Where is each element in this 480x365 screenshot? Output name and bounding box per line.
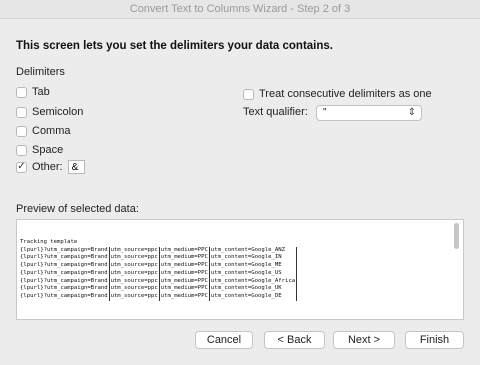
checkmark-icon: ✓: [17, 161, 26, 172]
comma-checkbox-row[interactable]: Comma: [16, 123, 71, 139]
finish-button[interactable]: Finish: [405, 331, 464, 349]
tab-checkbox[interactable]: [16, 86, 27, 98]
preview-table: Tracking template {lpurl}?utm_campaign=Br…: [19, 239, 298, 301]
table-cell: utm_content=Google_IN: [208, 254, 298, 263]
table-cell: utm_source=ppc: [108, 285, 160, 293]
consecutive-checkbox[interactable]: [243, 88, 254, 100]
table-cell: utm_source=ppc: [108, 262, 160, 270]
window-title: Convert Text to Columns Wizard - Step 2 …: [0, 0, 480, 19]
cancel-button[interactable]: Cancel: [195, 331, 253, 349]
step-heading: This screen lets you set the delimiters …: [16, 40, 333, 52]
table-cell: {lpurl}?utm_campaign=Brand: [20, 254, 108, 261]
table-cell: utm_content=Google_Africa: [208, 277, 298, 286]
table-cell: utm_medium=PPC: [158, 262, 210, 270]
tab-checkbox-label: Tab: [32, 86, 50, 98]
other-checkbox-label: Other:: [32, 161, 63, 173]
next-button[interactable]: Next >: [333, 331, 395, 349]
table-cell: {lpurl}?utm_campaign=Brand: [20, 262, 108, 269]
table-row: {lpurl}?utm_campaign=Brand utm_source=ppc…: [19, 269, 298, 278]
delimiters-label: Delimiters: [16, 66, 65, 78]
comma-checkbox[interactable]: [16, 125, 27, 137]
table-cell: utm_source=ppc: [108, 269, 160, 278]
table-cell: {lpurl}?utm_campaign=Brand: [20, 269, 108, 276]
table-cell: utm_medium=PPC: [158, 269, 210, 278]
table-row: {lpurl}?utm_campaign=Brand utm_source=ppc…: [19, 262, 298, 270]
table-cell: utm_medium=PPC: [158, 246, 210, 255]
preview-scrollbar[interactable]: [454, 223, 459, 249]
consecutive-checkbox-row[interactable]: Treat consecutive delimiters as one: [243, 86, 432, 102]
text-qualifier-value: ": [323, 107, 327, 118]
other-checkbox-row[interactable]: ✓ Other:: [16, 159, 85, 175]
table-row: Tracking template: [19, 239, 297, 247]
table-cell: {lpurl}?utm_campaign=Brand: [20, 292, 108, 299]
comma-checkbox-label: Comma: [32, 125, 71, 137]
table-cell: utm_medium=PPC: [158, 285, 210, 293]
other-delimiter-input[interactable]: [67, 160, 85, 174]
table-row: {lpurl}?utm_campaign=Brand utm_source=ppc…: [19, 246, 298, 255]
table-row: {lpurl}?utm_campaign=Brand utm_source=ppc…: [19, 292, 298, 301]
space-checkbox-label: Space: [32, 144, 64, 156]
table-cell: utm_medium=PPC: [158, 292, 210, 301]
back-button[interactable]: < Back: [264, 331, 325, 349]
semicolon-checkbox[interactable]: [16, 106, 27, 118]
wizard-window: Convert Text to Columns Wizard - Step 2 …: [0, 0, 480, 365]
table-cell: utm_source=ppc: [108, 254, 160, 263]
semicolon-checkbox-label: Semicolon: [32, 106, 84, 118]
table-cell: utm_source=ppc: [108, 292, 160, 301]
semicolon-checkbox-row[interactable]: Semicolon: [16, 104, 83, 120]
table-cell: utm_content=Google_ANZ: [208, 246, 298, 255]
chevron-updown-icon: ⇕: [407, 107, 416, 118]
table-row: {lpurl}?utm_campaign=Brand utm_source=ppc…: [19, 254, 298, 263]
table-cell: utm_content=Google_DE: [208, 292, 298, 301]
table-cell: utm_source=ppc: [108, 246, 160, 255]
preview-label: Preview of selected data:: [16, 203, 139, 215]
space-checkbox[interactable]: [16, 144, 27, 156]
other-checkbox[interactable]: ✓: [16, 161, 27, 173]
table-cell: utm_content=Google_UK: [208, 285, 298, 293]
table-row: {lpurl}?utm_campaign=Brand utm_source=ppc…: [19, 277, 298, 286]
table-cell: utm_medium=PPC: [158, 277, 210, 286]
data-preview[interactable]: Tracking template {lpurl}?utm_campaign=Br…: [16, 219, 464, 320]
tab-checkbox-row[interactable]: Tab: [16, 84, 50, 100]
table-cell: utm_source=ppc: [108, 277, 160, 286]
text-qualifier-label: Text qualifier:: [243, 106, 308, 118]
table-cell: utm_medium=PPC: [158, 254, 210, 263]
table-cell: {lpurl}?utm_campaign=Brand: [20, 285, 108, 292]
table-cell: utm_content=Google_US: [208, 269, 298, 278]
table-cell: utm_content=Google_ME: [208, 262, 298, 270]
space-checkbox-row[interactable]: Space: [16, 142, 63, 158]
table-cell: {lpurl}?utm_campaign=Brand: [20, 277, 108, 284]
table-cell: Tracking template: [20, 239, 78, 245]
text-qualifier-select[interactable]: " ⇕: [316, 105, 422, 121]
table-row: {lpurl}?utm_campaign=Brand utm_source=ppc…: [19, 285, 298, 293]
consecutive-checkbox-label: Treat consecutive delimiters as one: [259, 88, 432, 100]
table-cell: {lpurl}?utm_campaign=Brand: [20, 246, 108, 253]
